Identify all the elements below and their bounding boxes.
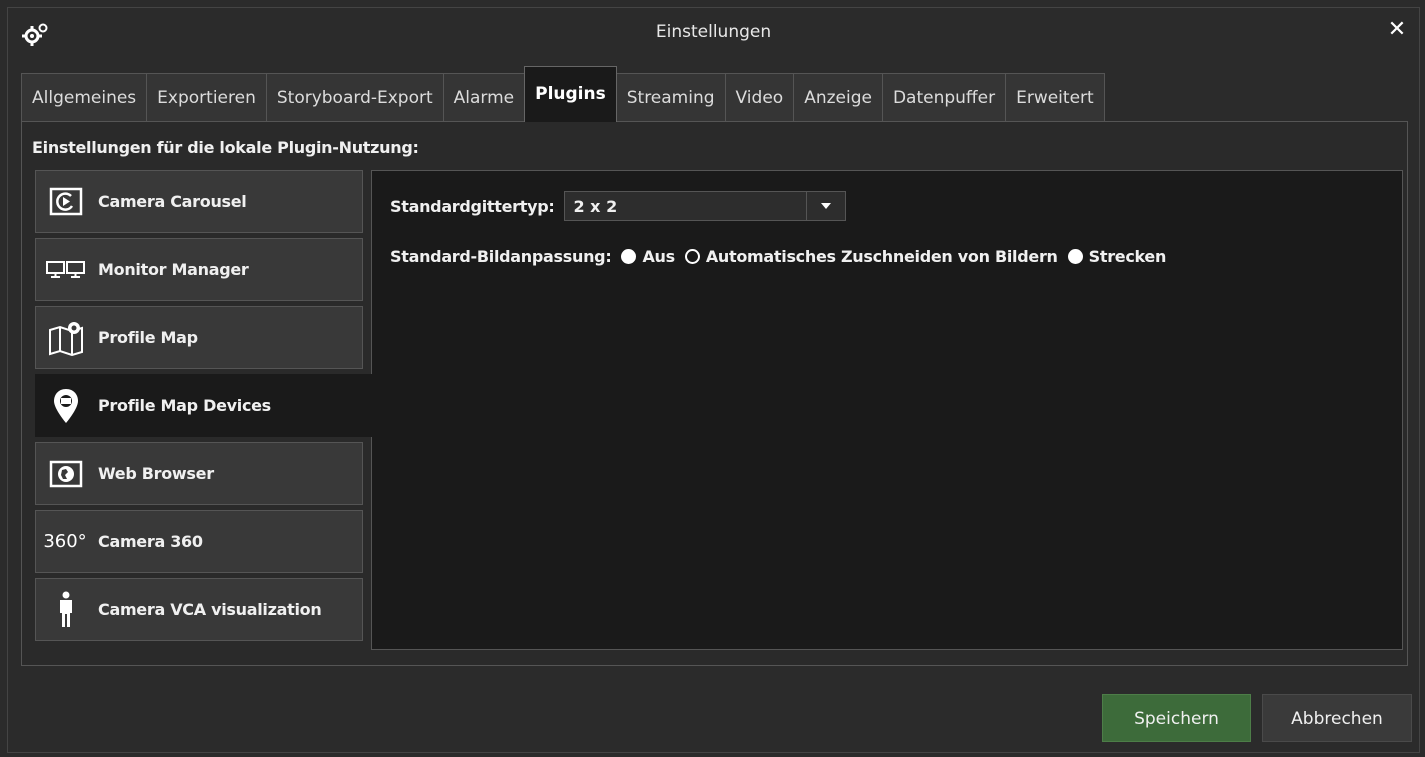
plugin-item-monitor-manager[interactable]: Monitor Manager [35, 238, 363, 301]
plugin-item-web-browser[interactable]: Web Browser [35, 442, 363, 505]
title-bar: Einstellungen ✕ [8, 8, 1419, 60]
tab-video[interactable]: Video [724, 73, 795, 122]
radio-aus[interactable] [621, 249, 637, 264]
tab-erweitert[interactable]: Erweitert [1005, 73, 1105, 122]
plugin-list: Camera Carousel Monitor Manager Profile … [35, 170, 375, 646]
monitors-icon [46, 251, 86, 289]
plugin-label: Camera 360 [98, 532, 203, 551]
chevron-down-icon[interactable] [806, 192, 845, 220]
tab-datenpuffer[interactable]: Datenpuffer [881, 73, 1007, 122]
map-icon [46, 319, 86, 357]
plugin-label: Monitor Manager [98, 260, 249, 279]
grid-type-label: Standardgittertyp: [390, 196, 555, 216]
plugin-label: Profile Map [98, 328, 198, 347]
map-pin-icon [46, 387, 86, 425]
person-icon [46, 591, 86, 629]
panel-heading: Einstellungen für die lokale Plugin-Nutz… [32, 138, 419, 157]
radio-auto-crop-label[interactable]: Automatisches Zuschneiden von Bildern [706, 247, 1058, 266]
tab-plugins[interactable]: Plugins [524, 66, 617, 122]
radio-auto-crop[interactable] [684, 249, 700, 264]
cancel-button[interactable]: Abbrechen [1262, 694, 1412, 742]
tab-storyboard-export[interactable]: Storyboard-Export [265, 73, 444, 122]
plugins-panel: Einstellungen für die lokale Plugin-Nutz… [21, 121, 1408, 666]
tab-allgemeines[interactable]: Allgemeines [21, 73, 148, 122]
close-icon[interactable]: ✕ [1385, 18, 1409, 42]
settings-dialog: Einstellungen ✕ Allgemeines Exportieren … [7, 7, 1420, 753]
grid-type-value: 2 x 2 [573, 196, 618, 216]
plugin-item-camera-vca-visualization[interactable]: Camera VCA visualization [35, 578, 363, 641]
image-fit-row: Standard-Bildanpassung: Aus Automatische… [390, 247, 1166, 266]
plugin-label: Web Browser [98, 464, 214, 483]
grid-type-row: Standardgittertyp: 2 x 2 [390, 191, 847, 221]
plugin-item-profile-map-devices[interactable]: Profile Map Devices [35, 374, 375, 437]
tab-alarme[interactable]: Alarme [442, 73, 526, 122]
tab-bar: Allgemeines Exportieren Storyboard-Expor… [21, 66, 1105, 122]
plugin-item-profile-map[interactable]: Profile Map [35, 306, 363, 369]
radio-strecken[interactable] [1067, 249, 1083, 264]
grid-type-select[interactable]: 2 x 2 [564, 191, 847, 221]
plugin-settings-area: Standardgittertyp: 2 x 2 Standard-Bildan… [371, 170, 1403, 650]
image-fit-label: Standard-Bildanpassung: [390, 247, 612, 266]
360-icon: 360° [43, 531, 87, 552]
plugin-label: Camera Carousel [98, 192, 247, 211]
save-button[interactable]: Speichern [1102, 694, 1251, 742]
tab-streaming[interactable]: Streaming [615, 73, 726, 122]
plugin-item-camera-360[interactable]: 360° Camera 360 [35, 510, 363, 573]
plugin-item-camera-carousel[interactable]: Camera Carousel [35, 170, 363, 233]
plugin-label: Camera VCA visualization [98, 600, 322, 619]
tab-exportieren[interactable]: Exportieren [146, 73, 267, 122]
plugin-label: Profile Map Devices [98, 396, 271, 415]
window-title: Einstellungen [655, 22, 772, 42]
tab-anzeige[interactable]: Anzeige [793, 73, 883, 122]
radio-aus-label[interactable]: Aus [642, 247, 675, 266]
globe-icon [46, 455, 86, 493]
radio-strecken-label[interactable]: Strecken [1089, 247, 1167, 266]
carousel-icon [46, 183, 86, 221]
